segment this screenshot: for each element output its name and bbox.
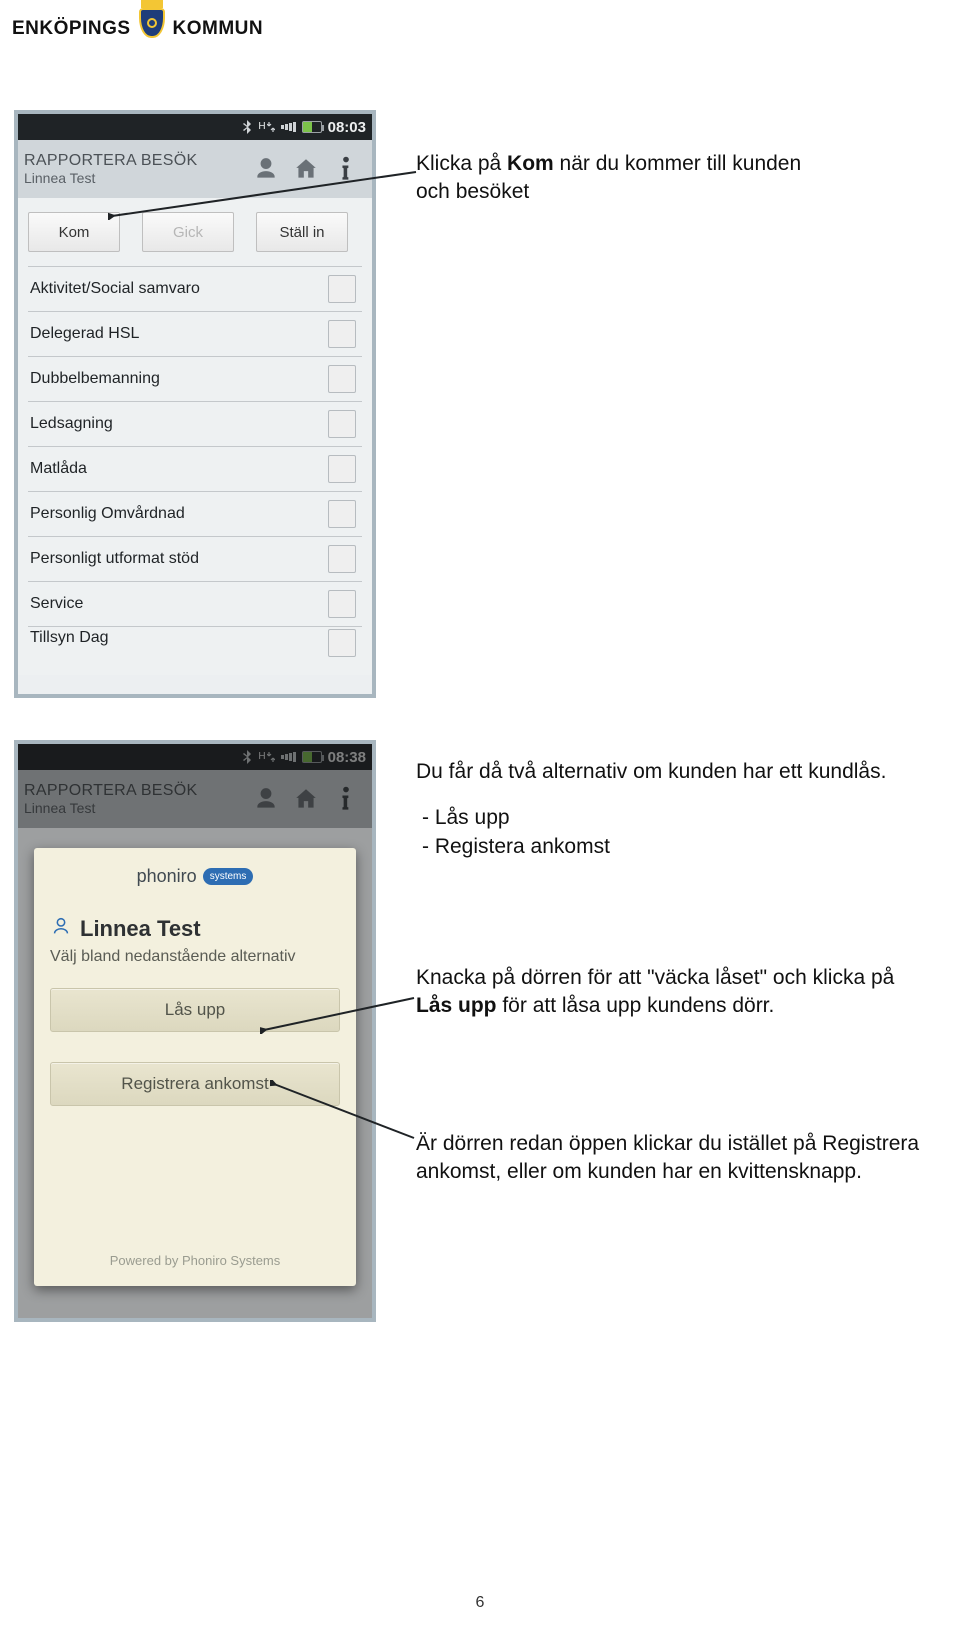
checkbox[interactable] bbox=[328, 590, 356, 618]
activity-options-list: Aktivitet/Social samvaro Delegerad HSL Dub… bbox=[28, 266, 362, 669]
activity-option-label: Delegerad HSL bbox=[30, 325, 139, 343]
phone-screenshot-1: H 08:03 RAPPORTERA BESÖK Linnea Test Kom… bbox=[14, 110, 376, 698]
activity-option-row[interactable]: Personlig Omvårdnad bbox=[28, 492, 362, 537]
popup-footer: Powered by Phoniro Systems bbox=[50, 1253, 340, 1268]
checkbox[interactable] bbox=[328, 455, 356, 483]
activity-option-row[interactable]: Delegerad HSL bbox=[28, 312, 362, 357]
data-h-icon: H bbox=[258, 122, 274, 132]
battery-icon bbox=[302, 121, 322, 133]
unlock-button[interactable]: Lås upp bbox=[50, 988, 340, 1032]
home-icon[interactable] bbox=[288, 151, 324, 187]
person-outline-icon bbox=[50, 915, 72, 942]
phone1-body: Kom Gick Ställ in Aktivitet/Social samva… bbox=[18, 198, 372, 675]
appbar-subtitle: Linnea Test bbox=[24, 170, 244, 186]
person-icon[interactable] bbox=[248, 151, 284, 187]
activity-option-row-clipped[interactable]: Tillsyn Dag bbox=[28, 627, 362, 669]
activity-option-label: Ledsagning bbox=[30, 415, 113, 433]
activity-option-row[interactable]: Matlåda bbox=[28, 447, 362, 492]
stall-in-button[interactable]: Ställ in bbox=[256, 212, 348, 252]
activity-option-label: Matlåda bbox=[30, 460, 87, 478]
instruction-alternatives: Du får då två alternativ om kunden har e… bbox=[416, 758, 926, 861]
brand-name: phoniro bbox=[137, 866, 197, 887]
signal-icon bbox=[281, 122, 296, 132]
logo-text-left: ENKÖPINGS bbox=[12, 18, 131, 40]
activity-option-label: Personlig Omvårdnad bbox=[30, 505, 185, 523]
popup-title-row: Linnea Test bbox=[50, 915, 340, 942]
instruction-kom: Klicka på Kom när du kommer till kunden … bbox=[416, 150, 826, 207]
register-arrival-button[interactable]: Registrera ankomst bbox=[50, 1062, 340, 1106]
activity-option-row[interactable]: Ledsagning bbox=[28, 402, 362, 447]
crest-icon bbox=[135, 0, 169, 44]
gick-button[interactable]: Gick bbox=[142, 212, 234, 252]
activity-option-label: Aktivitet/Social samvaro bbox=[30, 280, 200, 298]
popup-subtitle: Välj bland nedanstående alternativ bbox=[50, 948, 340, 966]
app-bar: RAPPORTERA BESÖK Linnea Test bbox=[18, 140, 372, 198]
info-icon[interactable] bbox=[328, 151, 364, 187]
activity-option-row[interactable]: Personligt utformat stöd bbox=[28, 537, 362, 582]
checkbox[interactable] bbox=[328, 365, 356, 393]
list-item: Lås upp bbox=[416, 804, 926, 832]
instruction-register: Är dörren redan öppen klickar du iställe… bbox=[416, 1130, 926, 1187]
logo-text-right: KOMMUN bbox=[173, 18, 264, 40]
kom-button[interactable]: Kom bbox=[28, 212, 120, 252]
popup-brand: phoniro systems bbox=[50, 866, 340, 887]
activity-option-label: Tillsyn Dag bbox=[30, 629, 109, 647]
popup-title: Linnea Test bbox=[80, 916, 201, 942]
list-item: Registera ankomst bbox=[416, 833, 926, 861]
activity-option-row[interactable]: Dubbelbemanning bbox=[28, 357, 362, 402]
appbar-title: RAPPORTERA BESÖK bbox=[24, 152, 244, 170]
checkbox[interactable] bbox=[328, 275, 356, 303]
page-number: 6 bbox=[0, 1594, 960, 1612]
checkbox[interactable] bbox=[328, 410, 356, 438]
activity-option-row[interactable]: Service bbox=[28, 582, 362, 627]
status-bar: H 08:03 bbox=[18, 114, 372, 140]
checkbox[interactable] bbox=[328, 500, 356, 528]
activity-option-label: Dubbelbemanning bbox=[30, 370, 160, 388]
page-header-logo: ENKÖPINGS KOMMUN bbox=[12, 14, 263, 44]
checkbox[interactable] bbox=[328, 629, 356, 657]
clock-label: 08:03 bbox=[328, 119, 366, 136]
activity-option-row[interactable]: Aktivitet/Social samvaro bbox=[28, 267, 362, 312]
bluetooth-icon bbox=[242, 120, 252, 134]
checkbox[interactable] bbox=[328, 545, 356, 573]
activity-option-label: Personligt utformat stöd bbox=[30, 550, 199, 568]
phoniro-popup: phoniro systems Linnea Test Välj bland n… bbox=[34, 848, 356, 1286]
phone-screenshot-2: H 08:38 RAPPORTERA BESÖK Linnea Test pho… bbox=[14, 740, 376, 1322]
activity-option-label: Service bbox=[30, 595, 83, 613]
action-button-row: Kom Gick Ställ in bbox=[28, 212, 362, 252]
alternatives-list: Lås uppRegistera ankomst bbox=[416, 804, 926, 861]
instruction-unlock: Knacka på dörren för att "väcka låset" o… bbox=[416, 964, 926, 1021]
brand-pill: systems bbox=[203, 868, 254, 885]
checkbox[interactable] bbox=[328, 320, 356, 348]
